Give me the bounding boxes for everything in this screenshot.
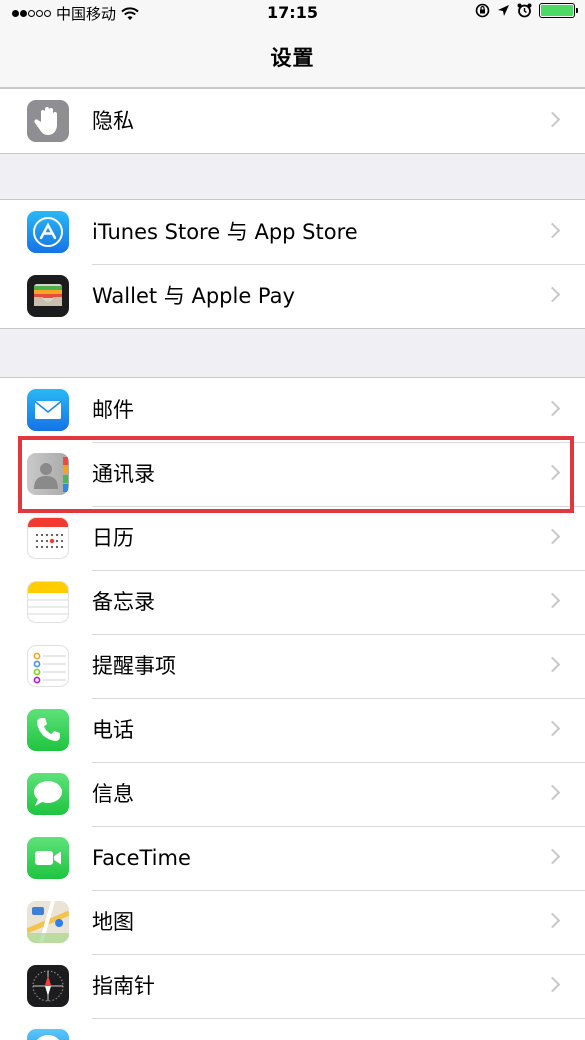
chevron-right-icon [544, 976, 561, 993]
settings-row-facetime[interactable]: FaceTime [0, 826, 585, 890]
rotation-lock-icon [475, 3, 490, 18]
settings-row-label: Wallet 与 Apple Pay [92, 284, 295, 308]
settings-row-label: 邮件 [92, 398, 134, 422]
settings-row-messages[interactable]: 信息 [0, 762, 585, 826]
chevron-right-icon [544, 222, 561, 239]
settings-row-phone[interactable]: 电话 [0, 698, 585, 762]
compass-icon [27, 965, 69, 1007]
highlight-box [18, 436, 574, 513]
settings-row-label: FaceTime [92, 846, 191, 870]
settings-row-privacy[interactable]: 隐私 [0, 89, 585, 153]
settings-row-label: 日历 [92, 526, 134, 550]
chevron-right-icon [544, 400, 561, 417]
chevron-right-icon [544, 720, 561, 737]
safari-icon [27, 1029, 69, 1040]
navigation-bar: 设置 [0, 26, 585, 88]
phone-icon [27, 709, 69, 751]
settings-row-calendar[interactable]: 日历 [0, 506, 585, 570]
chevron-right-icon [544, 912, 561, 929]
battery-icon [539, 3, 578, 18]
page-title: 设置 [270, 45, 315, 70]
settings-row-label: 信息 [92, 782, 134, 806]
settings-group-stores: iTunes Store 与 App Store Wallet 与 Apple … [0, 199, 585, 329]
settings-row-compass[interactable]: 指南针 [0, 954, 585, 1018]
chevron-right-icon [544, 848, 561, 865]
mail-icon [27, 389, 69, 431]
settings-row-itunes-app-store[interactable]: iTunes Store 与 App Store [0, 200, 585, 264]
settings-row-label: 电话 [92, 718, 134, 742]
location-arrow-icon [498, 5, 509, 16]
alarm-clock-icon [517, 3, 532, 18]
settings-group-privacy: 隐私 [0, 88, 585, 154]
wallet-icon [27, 275, 69, 317]
notes-icon [27, 581, 69, 623]
chevron-right-icon [544, 784, 561, 801]
settings-row-safari[interactable]: Safari [0, 1018, 585, 1040]
settings-row-label: 指南针 [92, 974, 155, 998]
messages-icon [27, 773, 69, 815]
settings-row-maps[interactable]: 地图 [0, 890, 585, 954]
calendar-icon [27, 517, 69, 559]
settings-row-label: iTunes Store 与 App Store [92, 220, 358, 244]
chevron-right-icon [544, 111, 561, 128]
settings-row-label: 隐私 [92, 109, 134, 133]
app-store-icon [27, 211, 69, 253]
facetime-icon [27, 837, 69, 879]
chevron-right-icon [544, 286, 561, 303]
settings-row-label: 提醒事项 [92, 654, 176, 678]
settings-row-label: 备忘录 [92, 590, 155, 614]
privacy-hand-icon [27, 100, 69, 142]
chevron-right-icon [544, 592, 561, 609]
settings-row-wallet[interactable]: Wallet 与 Apple Pay [0, 264, 585, 328]
settings-row-reminders[interactable]: 提醒事项 [0, 634, 585, 698]
chevron-right-icon [544, 656, 561, 673]
maps-icon [27, 901, 69, 943]
reminders-icon [27, 645, 69, 687]
settings-row-mail[interactable]: 邮件 [0, 378, 585, 442]
status-right [475, 3, 578, 18]
settings-row-label: 地图 [92, 910, 134, 934]
settings-row-label: Safari [92, 1018, 153, 1040]
chevron-right-icon [544, 528, 561, 545]
settings-row-notes[interactable]: 备忘录 [0, 570, 585, 634]
settings-screen: 中国移动 17:15 设置 隐私 iTunes Store 与 App Stor… [0, 0, 585, 1040]
status-bar: 中国移动 17:15 [0, 0, 585, 26]
